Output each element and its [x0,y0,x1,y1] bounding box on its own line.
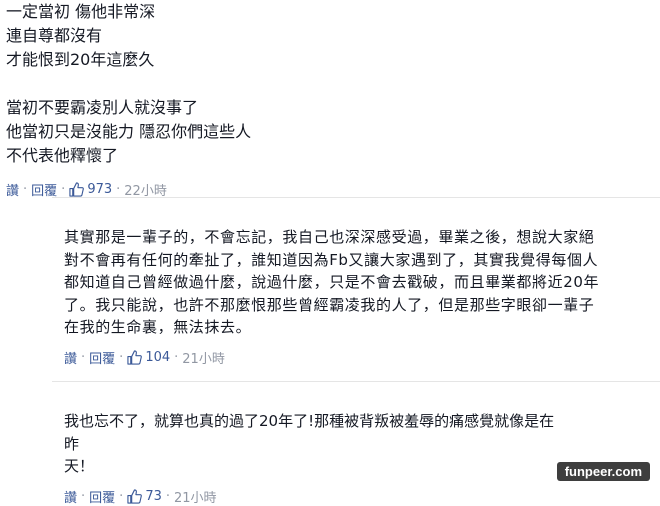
like-count[interactable]: 73 [145,489,162,504]
like-link[interactable]: 讚 [64,487,77,506]
separator-dot: · [119,350,124,365]
separator-dot: · [174,350,179,365]
comment-actions: 讚 · 回覆 · 104 · 21小時 [64,349,648,367]
reply-link[interactable]: 回覆 [89,348,115,367]
comment-3: 我也忘不了，就算也真的過了20年了!那種被背叛被羞辱的痛感覺就像是在昨 天！ 讚… [64,410,564,506]
reply-link[interactable]: 回覆 [31,180,57,199]
separator-dot: · [81,350,86,365]
watermark-badge: funpeer.com [556,462,650,481]
thumbs-up-icon[interactable] [127,350,143,365]
separator-dot: · [119,489,124,504]
like-count[interactable]: 104 [145,350,170,365]
reply-link[interactable]: 回覆 [89,487,115,506]
separator-dot: · [81,489,86,504]
separator-dot: · [165,489,170,504]
separator-dot: · [23,181,28,197]
thumbs-up-icon[interactable] [69,181,85,197]
separator-dot: · [116,181,121,197]
comment-text: 我也忘不了，就算也真的過了20年了!那種被背叛被羞辱的痛感覺就像是在昨 天！ [64,412,555,475]
comment-text: 一定當初 傷他非常深 連自尊都沒有 才能恨到20年這麼久 當初不要霸凌別人就沒事… [6,2,252,165]
timestamp[interactable]: 21小時 [174,487,217,506]
divider [52,197,660,198]
timestamp[interactable]: 22小時 [124,180,167,199]
divider [52,381,660,382]
comment-text: 其實那是一輩子的，不會忘記，我自己也深深感受過，畢業之後，想說大家絕 對不會再有… [64,228,600,336]
thumbs-up-icon[interactable] [127,489,143,504]
like-count[interactable]: 973 [87,182,112,197]
separator-dot: · [61,181,66,197]
comment-2: 其實那是一輩子的，不會忘記，我自己也深深感受過，畢業之後，想說大家絕 對不會再有… [64,226,648,367]
comment-actions: 讚 · 回覆 · 973 · 22小時 [6,180,646,199]
timestamp[interactable]: 21小時 [182,348,225,367]
like-link[interactable]: 讚 [6,180,19,199]
like-link[interactable]: 讚 [64,348,77,367]
comment-actions: 讚 · 回覆 · 73 · 21小時 [64,488,564,506]
comment-1: 一定當初 傷他非常深 連自尊都沒有 才能恨到20年這麼久 當初不要霸凌別人就沒事… [6,0,646,199]
